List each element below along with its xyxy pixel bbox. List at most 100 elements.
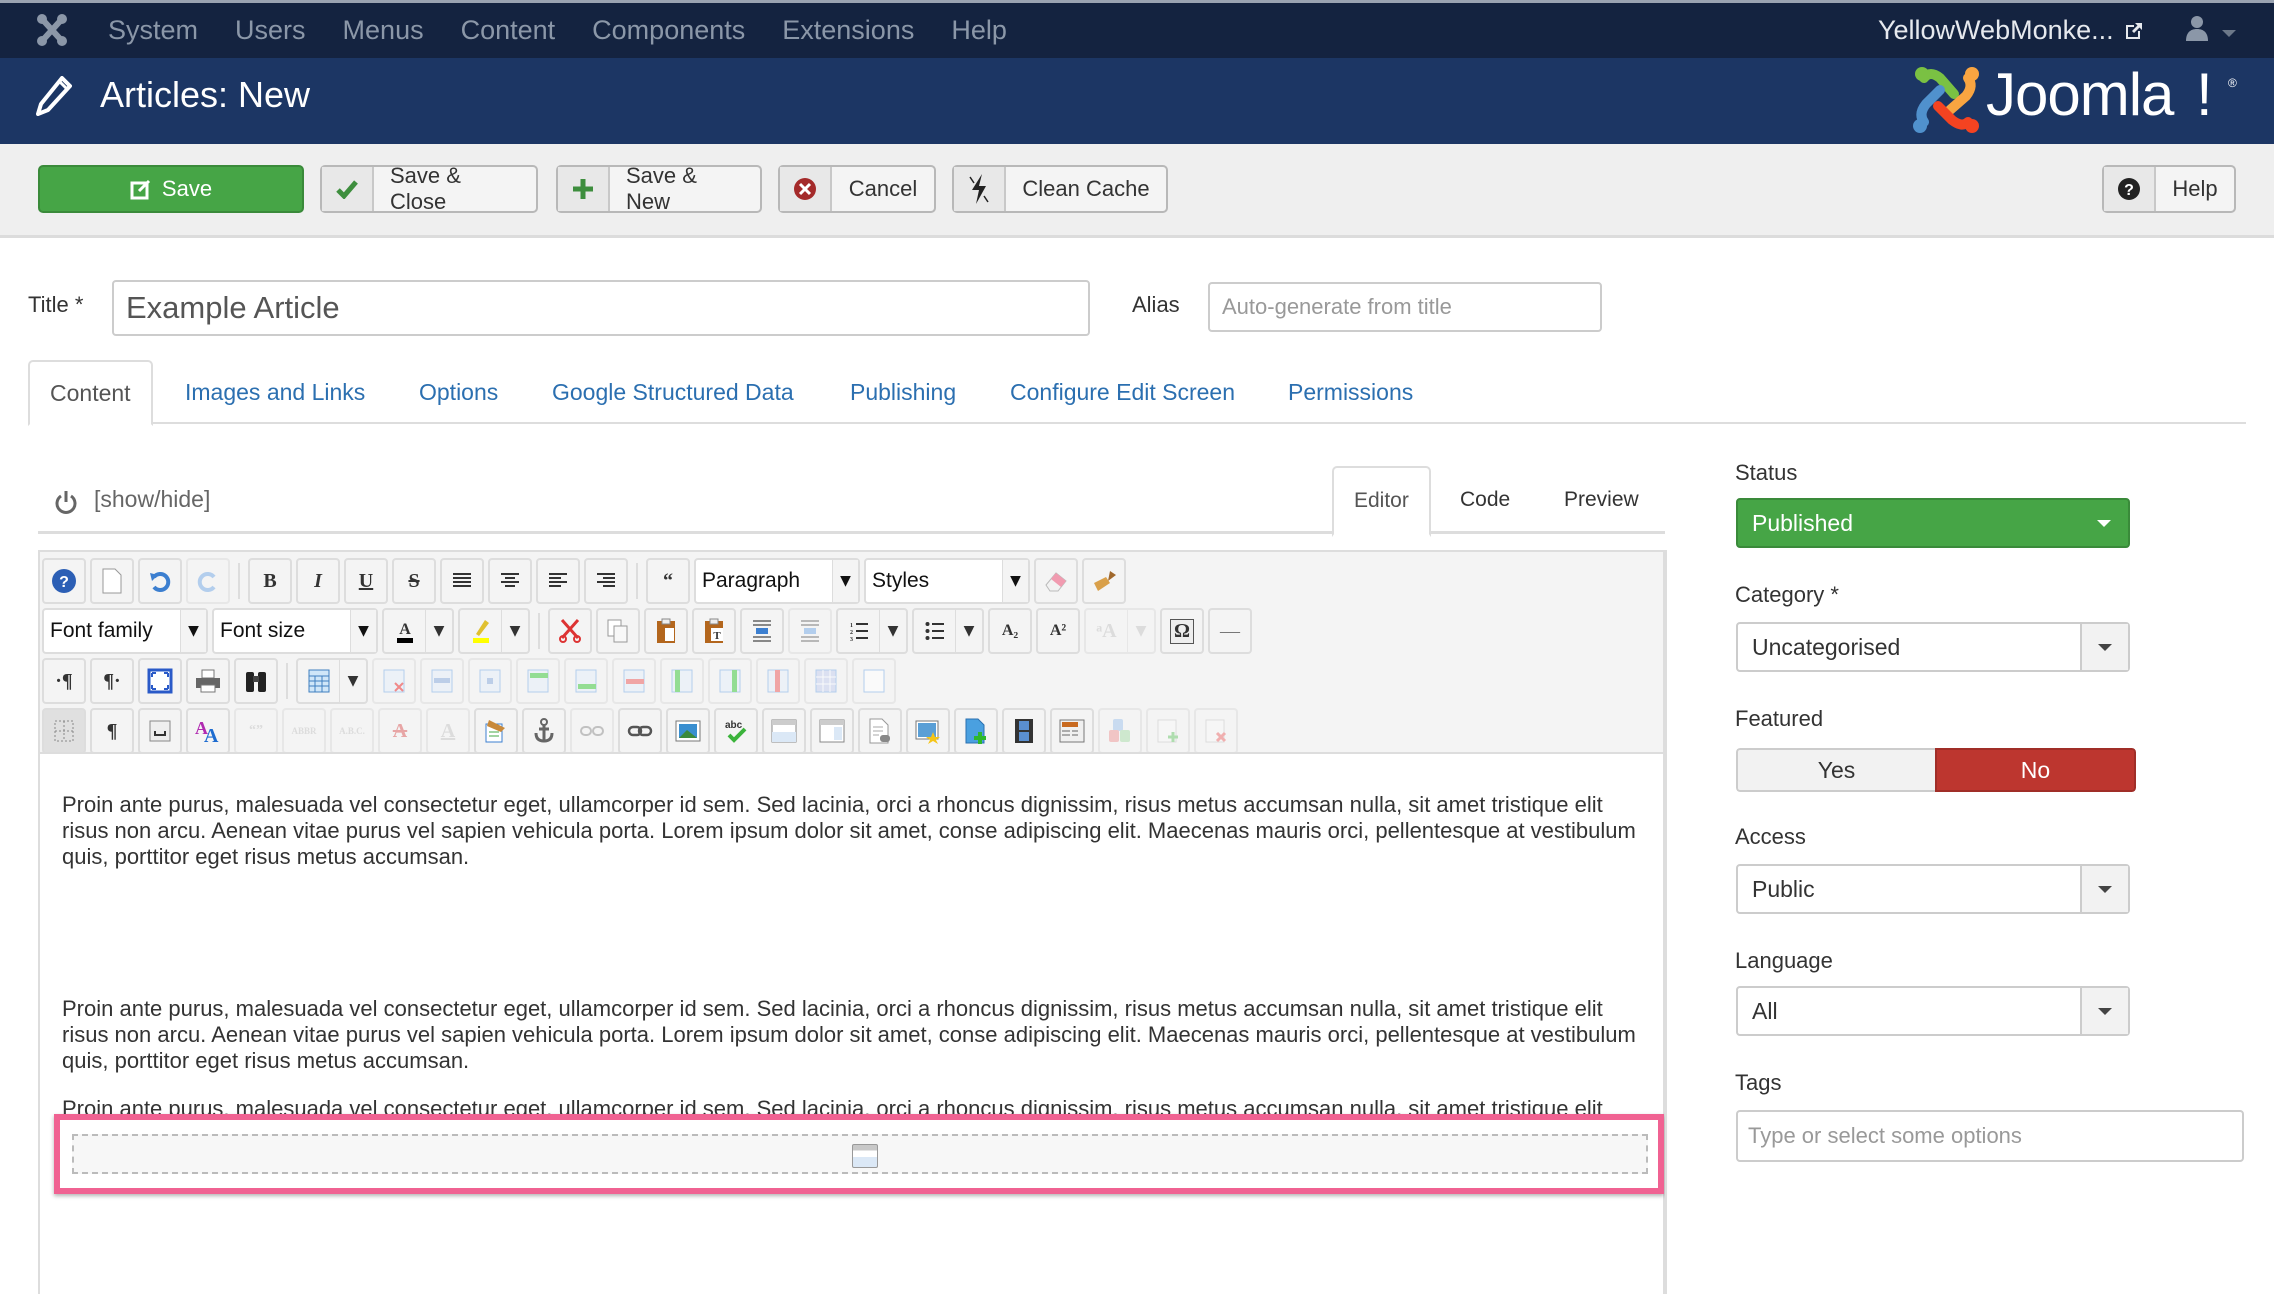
print-icon[interactable] bbox=[186, 658, 230, 704]
highlight-color-button[interactable]: ▼ bbox=[458, 608, 530, 654]
paragraph[interactable]: Proin ante purus, malesuada vel consecte… bbox=[62, 792, 1652, 870]
rtl-button[interactable]: ¶· bbox=[90, 658, 134, 704]
add-module-icon[interactable] bbox=[1146, 708, 1190, 754]
indent-icon[interactable] bbox=[740, 608, 784, 654]
bold-button[interactable]: B bbox=[248, 558, 292, 604]
new-document-icon[interactable] bbox=[90, 558, 134, 604]
remove-module-icon[interactable] bbox=[1194, 708, 1238, 754]
featured-yes-button[interactable]: Yes bbox=[1736, 748, 1935, 792]
acronym-button[interactable]: A.B.C. bbox=[330, 708, 374, 754]
article-link-icon[interactable] bbox=[858, 708, 902, 754]
pagebreak-placeholder[interactable] bbox=[72, 1134, 1648, 1174]
template-icon[interactable] bbox=[810, 708, 854, 754]
strikethrough-button[interactable]: S bbox=[392, 558, 436, 604]
site-link[interactable]: YellowWebMonke... bbox=[1878, 15, 2114, 46]
font-family-select[interactable]: Font family ▼ bbox=[42, 608, 208, 654]
alias-input[interactable]: Auto-generate from title bbox=[1208, 282, 1602, 332]
tab-options[interactable]: Options bbox=[419, 360, 498, 424]
featured-no-button[interactable]: No bbox=[1935, 748, 2136, 792]
show-blocks-button[interactable]: ¶ bbox=[90, 708, 134, 754]
image-icon[interactable] bbox=[666, 708, 710, 754]
menu-help[interactable]: Help bbox=[951, 15, 1007, 46]
clean-cache-button[interactable]: Clean Cache bbox=[952, 165, 1168, 213]
superscript-button[interactable]: A² bbox=[1036, 608, 1080, 654]
menu-components[interactable]: Components bbox=[592, 15, 745, 46]
table-delete-icon[interactable] bbox=[372, 658, 416, 704]
media-icon[interactable] bbox=[1002, 708, 1046, 754]
delete-row-icon[interactable] bbox=[612, 658, 656, 704]
language-select[interactable]: All bbox=[1736, 986, 2130, 1036]
ins-button[interactable]: A bbox=[426, 708, 470, 754]
tab-permissions[interactable]: Permissions bbox=[1288, 360, 1413, 424]
menu-extensions[interactable]: Extensions bbox=[782, 15, 914, 46]
translate-button[interactable]: ᵃA ▼ bbox=[1084, 608, 1156, 654]
save-button[interactable]: Save bbox=[38, 165, 304, 213]
paragraph[interactable]: Proin ante purus, malesuada vel consecte… bbox=[62, 996, 1652, 1074]
paste-icon[interactable] bbox=[644, 608, 688, 654]
delete-col-icon[interactable] bbox=[756, 658, 800, 704]
style-props-icon[interactable]: AA bbox=[186, 708, 230, 754]
blockquote-button[interactable]: “ bbox=[646, 558, 690, 604]
ltr-button[interactable]: ·¶ bbox=[42, 658, 86, 704]
user-icon[interactable] bbox=[2186, 15, 2208, 41]
status-select[interactable]: Published bbox=[1736, 498, 2130, 548]
horizontal-rule-button[interactable]: — bbox=[1208, 608, 1252, 654]
dropdown-arrow-icon[interactable]: ▼ bbox=[880, 623, 906, 639]
show-hide-toggle[interactable]: [show/hide] bbox=[94, 486, 210, 513]
redo-icon[interactable] bbox=[186, 558, 230, 604]
table-cell-props-icon[interactable] bbox=[468, 658, 512, 704]
abbr-button[interactable]: ABBR bbox=[282, 708, 326, 754]
text-color-button[interactable]: A ▼ bbox=[382, 608, 454, 654]
dropdown-arrow-icon[interactable]: ▼ bbox=[1128, 623, 1154, 639]
underline-button[interactable]: U bbox=[344, 558, 388, 604]
title-input[interactable]: Example Article bbox=[112, 280, 1090, 336]
contact-icon[interactable] bbox=[1098, 708, 1142, 754]
menu-system[interactable]: System bbox=[108, 15, 198, 46]
editor-content[interactable]: Proin ante purus, malesuada vel consecte… bbox=[54, 792, 1664, 1196]
menu-menus[interactable]: Menus bbox=[343, 15, 424, 46]
link-icon[interactable] bbox=[618, 708, 662, 754]
new-file-icon[interactable] bbox=[954, 708, 998, 754]
save-new-button[interactable]: Save & New bbox=[556, 163, 762, 214]
anchor-icon[interactable] bbox=[522, 708, 566, 754]
editor-mode-code[interactable]: Code bbox=[1460, 466, 1510, 534]
nonbreaking-icon[interactable] bbox=[138, 708, 182, 754]
tab-publishing[interactable]: Publishing bbox=[850, 360, 956, 424]
editor-mode-editor[interactable]: Editor bbox=[1332, 466, 1431, 537]
del-button[interactable]: A bbox=[378, 708, 422, 754]
merge-cells-icon[interactable] bbox=[804, 658, 848, 704]
power-icon[interactable] bbox=[54, 490, 78, 516]
font-size-select[interactable]: Font size ▼ bbox=[212, 608, 378, 654]
access-select[interactable]: Public bbox=[1736, 864, 2130, 914]
italic-button[interactable]: I bbox=[296, 558, 340, 604]
styles-select[interactable]: Styles ▼ bbox=[864, 558, 1030, 604]
unlink-icon[interactable] bbox=[570, 708, 614, 754]
align-right-icon[interactable] bbox=[584, 558, 628, 604]
tags-input[interactable]: Type or select some options bbox=[1736, 1110, 2244, 1162]
paste-text-icon[interactable]: T bbox=[692, 608, 736, 654]
visual-aid-icon[interactable] bbox=[42, 708, 86, 754]
pagebreak-icon[interactable] bbox=[762, 708, 806, 754]
attributes-icon[interactable] bbox=[474, 708, 518, 754]
cite-button[interactable]: “” bbox=[234, 708, 278, 754]
dropdown-arrow-icon[interactable]: ▼ bbox=[502, 623, 528, 639]
insert-row-after-icon[interactable] bbox=[564, 658, 608, 704]
tab-configure-edit-screen[interactable]: Configure Edit Screen bbox=[1010, 360, 1235, 424]
dropdown-arrow-icon[interactable]: ▼ bbox=[956, 623, 982, 639]
tab-content[interactable]: Content bbox=[28, 360, 153, 426]
table-button[interactable]: ▼ bbox=[296, 658, 368, 704]
save-close-button[interactable]: Save & Close bbox=[320, 163, 538, 214]
insert-col-after-icon[interactable] bbox=[708, 658, 752, 704]
dropdown-arrow-icon[interactable]: ▼ bbox=[426, 623, 452, 639]
tab-images-and-links[interactable]: Images and Links bbox=[185, 360, 365, 424]
joomla-logo-icon[interactable] bbox=[36, 13, 68, 47]
align-justify-icon[interactable] bbox=[440, 558, 484, 604]
special-char-button[interactable]: Ω bbox=[1160, 608, 1204, 654]
caret-down-icon[interactable] bbox=[2222, 30, 2236, 37]
format-select[interactable]: Paragraph ▼ bbox=[694, 558, 860, 604]
help-button[interactable]: ? Help bbox=[2102, 165, 2236, 213]
bullet-list-button[interactable]: ▼ bbox=[912, 608, 984, 654]
help-circle-icon[interactable]: ? bbox=[42, 558, 86, 604]
fullscreen-icon[interactable] bbox=[138, 658, 182, 704]
numbered-list-button[interactable]: 1 2 3 ▼ bbox=[836, 608, 908, 654]
